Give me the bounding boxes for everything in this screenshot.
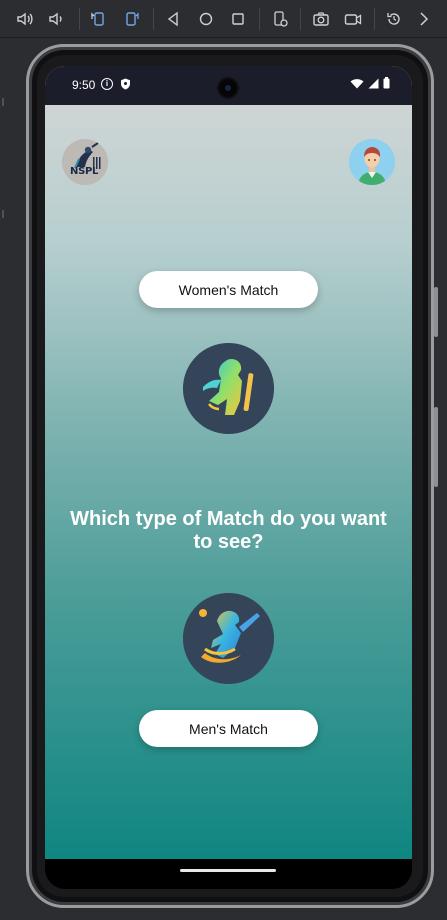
womens-match-button[interactable]: Women's Match bbox=[139, 271, 318, 308]
info-icon: i bbox=[101, 78, 113, 90]
wifi-icon bbox=[350, 78, 364, 92]
nspl-logo-text: NSPL bbox=[70, 166, 99, 177]
gesture-nav-bar bbox=[45, 859, 412, 889]
rotate-left-icon[interactable] bbox=[88, 9, 108, 29]
signal-icon bbox=[368, 78, 379, 92]
women-cricketer-emblem[interactable] bbox=[183, 343, 274, 434]
rotate-right-icon[interactable] bbox=[122, 9, 142, 29]
men-cricketer-emblem[interactable] bbox=[183, 593, 274, 684]
emulator-toolbar bbox=[0, 0, 447, 38]
app-screen: 9:50 i NSPL Women's Match Which type of … bbox=[45, 66, 412, 859]
screen-record-icon[interactable] bbox=[343, 9, 363, 29]
ide-left-strip bbox=[0, 38, 6, 920]
snapshot-restore-icon[interactable] bbox=[384, 9, 404, 29]
mens-match-button[interactable]: Men's Match bbox=[139, 710, 318, 747]
match-type-question: Which type of Match do you want to see? bbox=[70, 508, 387, 553]
volume-down-icon[interactable] bbox=[46, 9, 66, 29]
front-camera bbox=[217, 77, 239, 99]
home-gesture-handle[interactable] bbox=[180, 869, 276, 872]
more-chevron-icon[interactable] bbox=[414, 9, 434, 29]
device-settings-icon[interactable] bbox=[270, 9, 290, 29]
overview-icon[interactable] bbox=[228, 9, 248, 29]
shield-icon bbox=[120, 78, 131, 93]
screenshot-icon[interactable] bbox=[311, 9, 331, 29]
user-avatar[interactable] bbox=[349, 139, 395, 185]
status-bar: 9:50 i bbox=[45, 66, 412, 105]
nspl-logo[interactable]: NSPL bbox=[62, 139, 108, 185]
back-icon[interactable] bbox=[163, 9, 183, 29]
battery-icon bbox=[383, 77, 390, 92]
home-icon[interactable] bbox=[196, 9, 216, 29]
status-time: 9:50 bbox=[72, 78, 96, 92]
volume-up-icon[interactable] bbox=[15, 9, 35, 29]
